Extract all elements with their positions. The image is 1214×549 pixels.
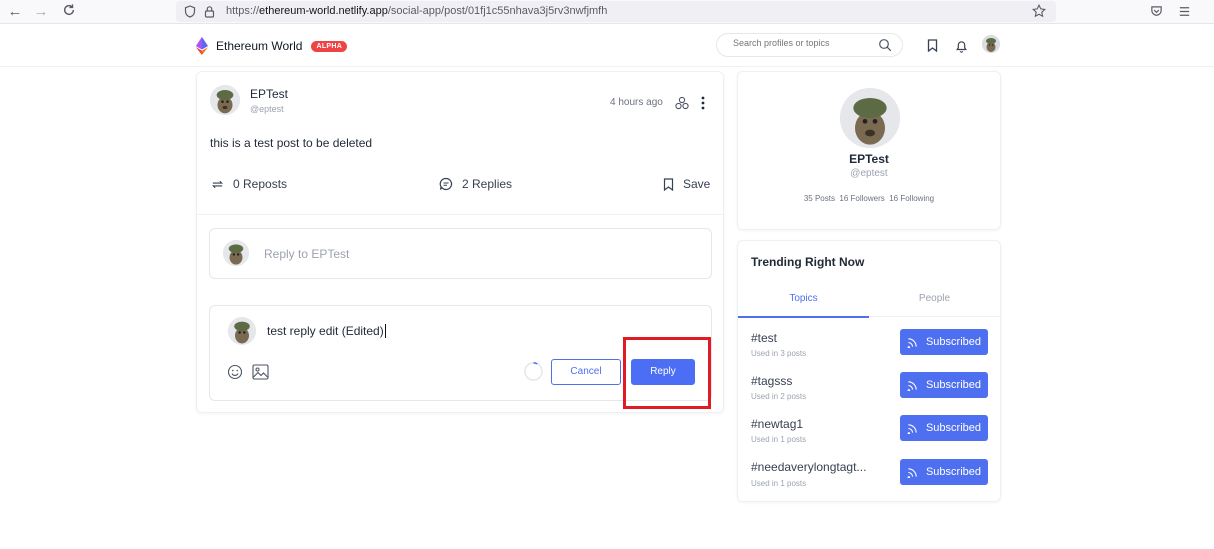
reply-prompt[interactable]: Reply to EPTest	[209, 228, 712, 279]
reload-icon[interactable]	[60, 3, 78, 21]
profile-avatar[interactable]	[840, 88, 900, 148]
topic-name[interactable]: #needaverylongtagt...	[751, 460, 866, 474]
more-options-icon[interactable]	[700, 96, 706, 115]
brand-name: Ethereum World	[216, 39, 303, 53]
trending-title: Trending Right Now	[751, 255, 865, 269]
topic-usage: Used in 2 posts	[751, 392, 807, 401]
shield-icon[interactable]	[184, 5, 196, 23]
subscribed-label: Subscribed	[925, 379, 982, 391]
bookmark-icon	[663, 177, 674, 191]
ipfs-icon[interactable]	[674, 95, 690, 116]
editor-avatar	[228, 317, 256, 345]
profile-name[interactable]: EPTest	[738, 152, 1000, 166]
back-arrow-icon[interactable]: ←	[6, 3, 24, 21]
subscribed-label: Subscribed	[925, 466, 982, 478]
search-box[interactable]	[716, 33, 903, 57]
notification-bell-icon[interactable]	[955, 39, 968, 58]
search-icon[interactable]	[878, 38, 892, 57]
profile-stats: 35 Posts 16 Followers 16 Following	[803, 194, 935, 203]
replies-button[interactable]: 2 Replies	[439, 177, 512, 191]
image-upload-icon[interactable]	[252, 364, 269, 385]
save-label: Save	[683, 177, 711, 191]
divider	[197, 214, 723, 215]
reply-placeholder[interactable]: Reply to EPTest	[264, 247, 349, 261]
subscribed-button[interactable]: Subscribed	[900, 372, 988, 398]
profile-handle: @eptest	[850, 168, 888, 179]
alpha-badge: ALPHA	[311, 40, 348, 52]
reposts-label: 0 Reposts	[233, 177, 288, 191]
profile-card: EPTest @eptest 35 Posts 16 Followers 16 …	[737, 71, 1001, 230]
reply-text-input[interactable]: test reply edit (Edited)	[267, 324, 386, 338]
app-header: Ethereum World ALPHA	[0, 24, 1214, 67]
ethereum-logo-icon	[196, 37, 208, 55]
topic-name[interactable]: #tagsss	[751, 374, 792, 388]
repost-icon	[211, 180, 224, 188]
author-avatar[interactable]	[210, 85, 240, 115]
repost-button[interactable]: 0 Reposts	[211, 177, 287, 191]
author-handle[interactable]: @eptest	[250, 104, 284, 114]
topic-usage: Used in 3 posts	[751, 349, 807, 358]
lock-icon[interactable]	[204, 5, 215, 23]
subscribed-label: Subscribed	[925, 336, 982, 348]
reply-avatar	[223, 240, 249, 266]
post-content: this is a test post to be deleted	[210, 136, 373, 150]
save-button[interactable]: Save	[663, 177, 710, 191]
emoji-icon[interactable]	[227, 364, 243, 385]
url-text[interactable]: https://ethereum-world.netlify.app/socia…	[226, 5, 607, 17]
character-count-ring	[523, 361, 544, 387]
menu-icon[interactable]	[1178, 5, 1191, 23]
tab-topics[interactable]: Topics	[738, 293, 869, 304]
bookmark-icon[interactable]	[927, 39, 938, 57]
rss-icon	[907, 423, 917, 434]
replies-label: 2 Replies	[462, 177, 513, 191]
post-time: 4 hours ago	[610, 97, 663, 108]
subscribed-label: Subscribed	[925, 422, 982, 434]
topic-usage: Used in 1 posts	[751, 479, 807, 488]
highlight-box	[623, 337, 711, 409]
author-name[interactable]: EPTest	[250, 87, 288, 101]
search-input[interactable]	[733, 38, 873, 48]
active-tab-indicator	[738, 316, 869, 318]
subscribed-button[interactable]: Subscribed	[900, 415, 988, 441]
subscribed-button[interactable]: Subscribed	[900, 329, 988, 355]
subscribed-button[interactable]: Subscribed	[900, 459, 988, 485]
user-avatar[interactable]	[982, 35, 1000, 53]
pocket-icon[interactable]	[1150, 5, 1163, 23]
rss-icon	[907, 380, 917, 391]
comment-icon	[439, 177, 453, 191]
url-bar[interactable]: https://ethereum-world.netlify.app/socia…	[176, 1, 1056, 22]
cancel-button[interactable]: Cancel	[551, 359, 621, 385]
browser-toolbar: ← → https://ethereum-world.netlify.app/s…	[0, 0, 1214, 24]
forward-arrow-icon[interactable]: →	[32, 3, 50, 21]
topic-name[interactable]: #newtag1	[751, 417, 803, 431]
brand[interactable]: Ethereum World ALPHA	[196, 37, 348, 55]
rss-icon	[907, 337, 917, 348]
bookmark-star-icon[interactable]	[1031, 3, 1047, 23]
rss-icon	[907, 467, 917, 478]
topic-name[interactable]: #test	[751, 331, 777, 345]
tab-people[interactable]: People	[869, 293, 1000, 304]
topic-usage: Used in 1 posts	[751, 435, 807, 444]
